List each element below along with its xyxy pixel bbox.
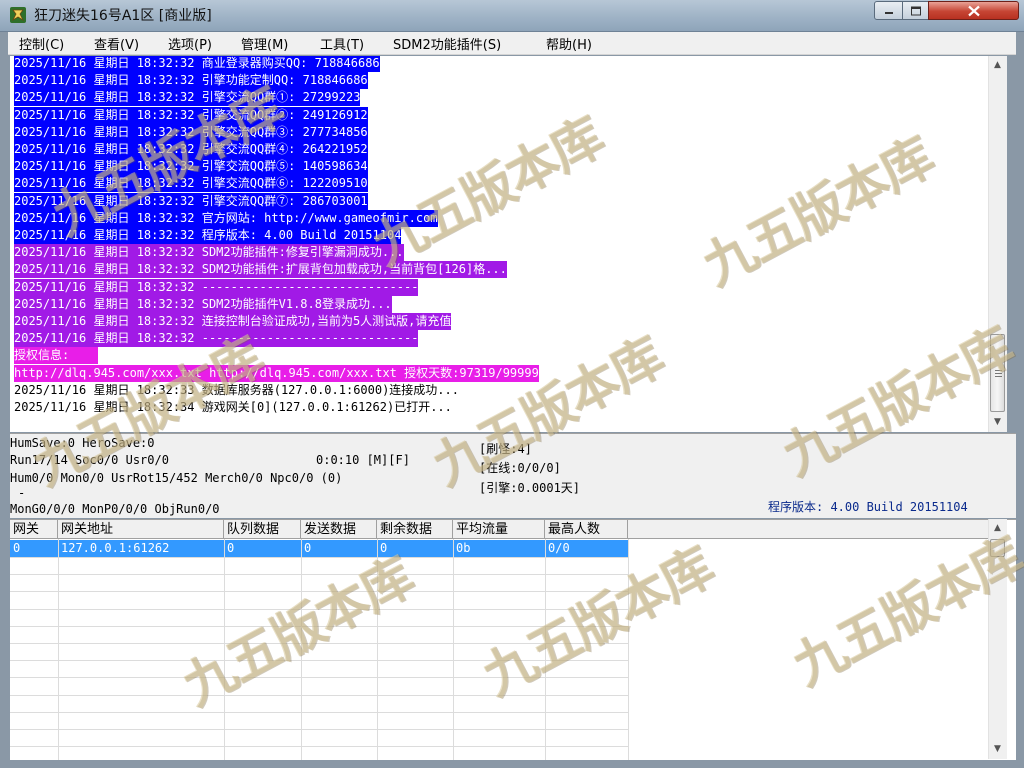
log-line: 2025/11/16 星期日 18:32:32 引擎交流QQ群①: 272992… [14,89,361,107]
scroll-down-arrow-icon[interactable]: ▼ [989,414,1006,431]
grid-col-line [453,539,454,760]
cell-gateway-address: 127.0.0.1:61262 [61,541,170,555]
table-scroll-thumb[interactable] [990,539,1005,557]
log-scroll-thumb[interactable] [990,334,1005,412]
status-online: [在线:0/0/0] [479,461,561,475]
cell-max-users: 0/0 [548,541,570,555]
menu-sdm2-plugin[interactable]: SDM2功能插件(S) [393,34,501,53]
grid-row-line [10,660,628,662]
table-scrollbar[interactable]: ▲ ▼ [988,519,1007,759]
status-time: 0:0:10 [M][F] [316,453,410,467]
log-line: 授权信息: [14,347,98,365]
gateway-table: 网关 网关地址 队列数据 发送数据 剩余数据 平均流量 最高人数 0 127.0… [10,519,1016,760]
col-avg-traffic[interactable]: 平均流量 [453,520,545,539]
col-max-users[interactable]: 最高人数 [545,520,628,539]
log-line: 2025/11/16 星期日 18:32:32 官方网站: http://www… [14,209,438,227]
title-bar: 狂刀迷失16号A1区 [商业版] [0,0,1024,32]
grid-col-line [58,539,59,760]
table-scroll-up-arrow-icon[interactable]: ▲ [989,520,1006,537]
log-line: 2025/11/16 星期日 18:32:32 引擎交流QQ群⑦: 286703… [14,192,368,210]
log-line: 2025/11/16 星期日 18:32:32 引擎功能定制QQ: 718846… [14,72,368,90]
grid-row-line [10,625,628,627]
grid-row-line [10,746,628,748]
close-button[interactable] [928,1,1019,20]
status-version: 程序版本: 4.00 Build 20151104 [768,500,968,514]
status-run: Run17/14 Soc0/0 Usr0/0 [10,453,169,467]
minimize-icon [884,11,893,14]
log-panel[interactable]: 2025/11/16 星期日 18:32:32 商业登录器购买QQ: 71884… [10,56,988,432]
grid-col-line [224,539,225,760]
log-line: 2025/11/16 星期日 18:32:32 引擎交流QQ群②: 249126… [14,106,368,124]
menu-control[interactable]: 控制(C) [19,34,64,53]
log-line: 2025/11/16 星期日 18:32:32 连接控制台验证成功,当前为5人测… [14,313,452,330]
grid-col-line [377,539,378,760]
grid-col-line [301,539,302,760]
minimize-button[interactable] [874,1,903,20]
maximize-icon [910,6,921,15]
log-line: 2025/11/16 星期日 18:32:32 引擎交流QQ群⑤: 140598… [14,158,368,176]
cell-send-data: 0 [304,541,312,555]
menu-help[interactable]: 帮助(H) [546,34,592,53]
grid-row-line [10,729,628,730]
status-counts: Hum0/0 Mon0/0 UsrRot15/452 Merch0/0 Npc0… [10,471,343,485]
log-line: http://dlq.945.com/xxx.txt http://dlq.94… [14,364,539,382]
col-send-data[interactable]: 发送数据 [301,520,377,539]
col-remaining-data[interactable]: 剩余数据 [377,520,453,539]
app-icon [10,7,26,23]
scroll-up-arrow-icon[interactable]: ▲ [989,57,1006,74]
status-dash: - [18,486,26,500]
log-line: 2025/11/16 星期日 18:32:34 游戏网关[0](127.0.0.… [14,400,452,414]
cell-avg-traffic: 0b [456,541,471,555]
grid-row-line [10,677,628,679]
grid-row-line [10,711,628,713]
grid-row-line [10,591,628,593]
log-line: 2025/11/16 星期日 18:32:32 程序版本: 4.00 Build… [14,227,402,244]
log-line: 2025/11/16 星期日 18:32:32 引擎交流QQ群③: 277734… [14,123,368,141]
grid-col-line [628,539,629,760]
log-line: 2025/11/16 星期日 18:32:32 ----------------… [14,278,419,296]
col-queue-data[interactable]: 队列数据 [224,520,301,539]
grid-row-line [10,557,628,558]
table-header-filler [628,520,998,539]
window-title: 狂刀迷失16号A1区 [商业版] [34,8,212,24]
log-line: 2025/11/16 星期日 18:32:32 SDM2功能插件V1.8.8登录… [14,295,392,313]
maximize-button[interactable] [902,1,929,20]
status-engine: [引擎:0.0001天] [479,481,581,495]
col-gateway[interactable]: 网关 [10,520,58,539]
close-icon [967,5,980,16]
log-line: 2025/11/16 星期日 18:32:32 引擎交流QQ群④: 264221… [14,141,368,158]
status-monsters: MonG0/0/0 MonP0/0/0 ObjRun0/0 [10,502,220,516]
log-line: 2025/11/16 星期日 18:32:32 商业登录器购买QQ: 71884… [14,56,380,72]
log-scrollbar[interactable]: ▲ ▼ [988,56,1007,432]
cell-gateway: 0 [13,541,21,555]
log-line: 2025/11/16 星期日 18:32:32 引擎交流QQ群⑥: 122209… [14,175,368,193]
log-line: 2025/11/16 星期日 18:32:32 ----------------… [14,330,419,348]
menu-view[interactable]: 查看(V) [94,34,139,53]
col-gateway-address[interactable]: 网关地址 [58,520,224,539]
status-save: HumSave:0 HeroSave:0 [10,436,155,450]
grid-row-line [10,643,628,644]
grid-row-line [10,608,628,610]
cell-remaining-data: 0 [380,541,388,555]
status-panel: HumSave:0 HeroSave:0 Run17/14 Soc0/0 Usr… [10,433,1016,518]
grid-row-line [10,574,628,576]
menu-bar: 控制(C) 查看(V) 选项(P) 管理(M) 工具(T) SDM2功能插件(S… [8,32,1016,55]
grid-row-line [10,694,628,696]
table-scroll-down-arrow-icon[interactable]: ▼ [989,741,1006,758]
grid-col-line [545,539,546,760]
log-line: 2025/11/16 星期日 18:32:32 SDM2功能插件:扩展背包加载成… [14,261,507,279]
log-line: 2025/11/16 星期日 18:32:32 SDM2功能插件:修复引擎漏洞成… [14,244,404,262]
menu-manage[interactable]: 管理(M) [241,34,288,53]
log-line: 2025/11/16 星期日 18:32:33 数据库服务器(127.0.0.1… [14,382,459,397]
menu-tools[interactable]: 工具(T) [320,34,364,53]
status-refresh-monsters: [刷怪:4] [479,442,532,456]
menu-options[interactable]: 选项(P) [168,34,212,53]
cell-queue-data: 0 [227,541,235,555]
